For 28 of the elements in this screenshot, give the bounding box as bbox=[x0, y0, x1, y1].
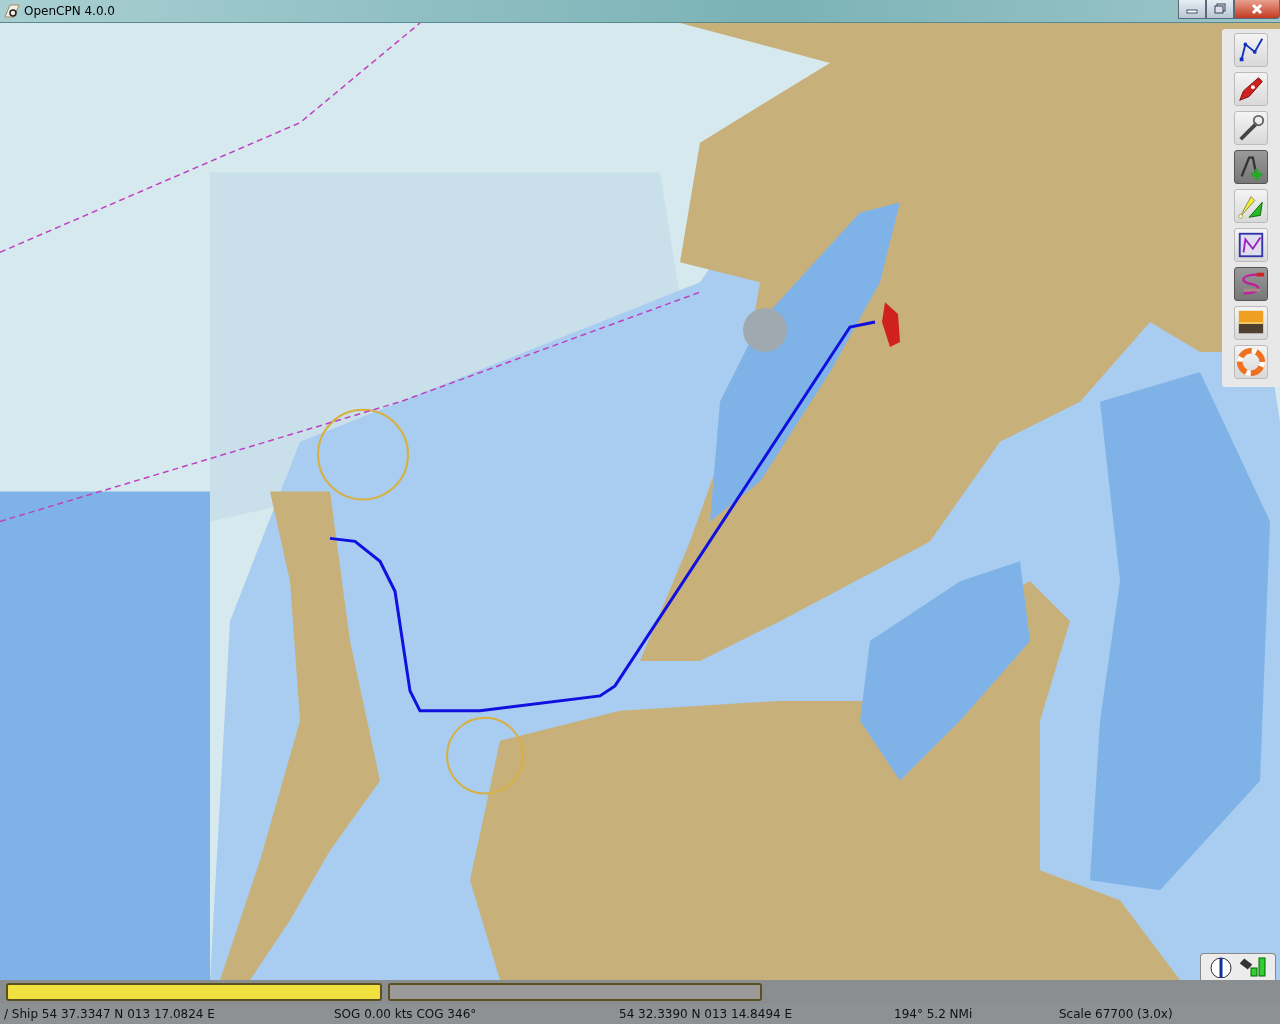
boat-icon bbox=[1236, 74, 1266, 104]
restore-icon bbox=[1213, 3, 1227, 15]
gps-signal-icon bbox=[1237, 956, 1267, 978]
toolbar-button[interactable] bbox=[1234, 111, 1268, 145]
status-text: SOG 0.00 kts COG 346° bbox=[334, 1007, 478, 1021]
chart-bar-segment[interactable] bbox=[6, 983, 382, 1001]
chart-bar-segment[interactable] bbox=[388, 983, 762, 1001]
toolbar-button[interactable] bbox=[1234, 150, 1268, 184]
compass-icon bbox=[1209, 956, 1233, 978]
status-text: / Ship 54 37.3347 N 013 17.0824 E bbox=[4, 1007, 216, 1021]
route-list-icon bbox=[1236, 230, 1266, 260]
minimize-button[interactable] bbox=[1178, 0, 1206, 19]
close-icon bbox=[1250, 3, 1264, 15]
toolbar-button[interactable] bbox=[1234, 33, 1268, 67]
toolbar-button[interactable] bbox=[1234, 306, 1268, 340]
anchorage-area bbox=[743, 308, 787, 352]
toolbar-button[interactable] bbox=[1234, 72, 1268, 106]
toolbar-button[interactable] bbox=[1234, 189, 1268, 223]
ship-marker[interactable] bbox=[882, 302, 900, 347]
maximize-button[interactable] bbox=[1206, 0, 1234, 19]
app-icon bbox=[4, 3, 20, 19]
window-title: OpenCPN 4.0.0 bbox=[24, 4, 115, 18]
close-button[interactable] bbox=[1234, 0, 1280, 19]
status-text: 54 32.3390 N 013 14.8494 E bbox=[619, 1007, 794, 1021]
toolbar-button[interactable] bbox=[1234, 228, 1268, 262]
status-text: 194° 5.2 NMi bbox=[894, 1007, 974, 1021]
status-text: Scale 67700 (3.0x) bbox=[1059, 1007, 1173, 1021]
lifebuoy-icon bbox=[1236, 347, 1266, 377]
